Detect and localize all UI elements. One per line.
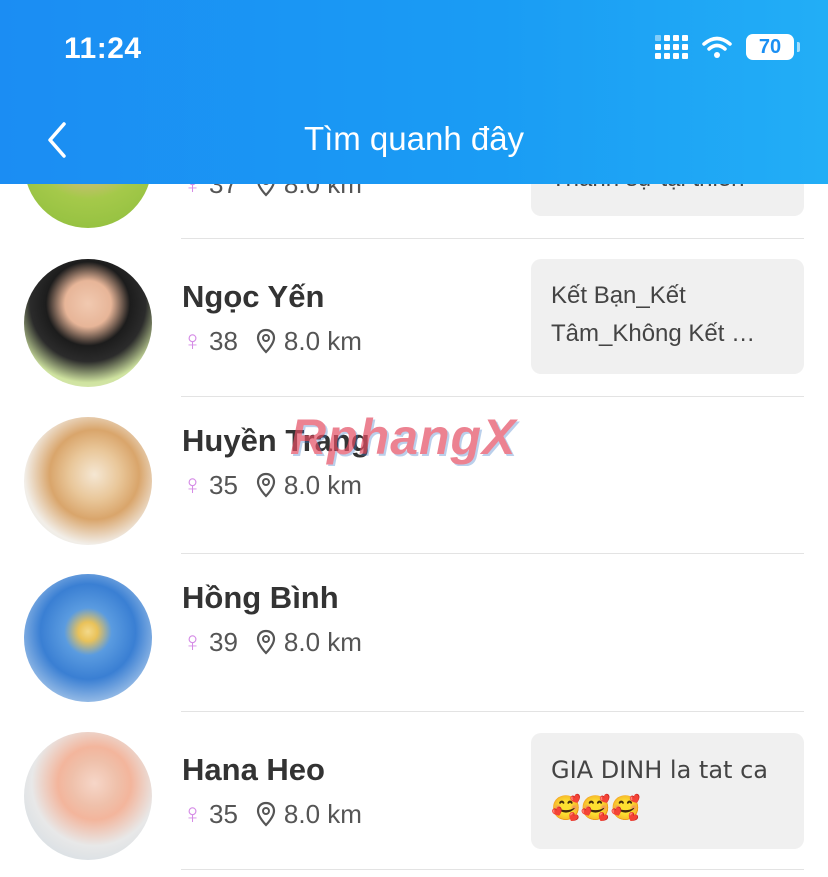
avatar [24, 259, 152, 387]
page-title: Tìm quanh đây [303, 120, 525, 157]
divider [181, 869, 804, 870]
cellular-signal-icon [655, 35, 688, 59]
wifi-icon [702, 36, 732, 58]
location-pin-icon [256, 801, 276, 827]
person-meta: ♀ 35 8.0 km [182, 469, 362, 501]
list-item[interactable]: Hồng Bình ♀ 39 8.0 km [0, 554, 828, 712]
status-bubble: GIA DINH la tat ca 🥰🥰🥰 [531, 733, 804, 849]
status-icons: 70 [655, 34, 800, 60]
person-age: 35 [209, 798, 238, 829]
watermark: RphangX [290, 409, 517, 465]
status-time: 11:24 [64, 32, 142, 65]
person-age: 35 [209, 469, 238, 500]
person-meta: ♀ 35 8.0 km [182, 798, 362, 830]
battery-icon: 70 [746, 34, 800, 60]
avatar [24, 574, 152, 702]
person-age: 38 [209, 325, 238, 356]
location-pin-icon [256, 629, 276, 655]
person-distance: 8.0 km [283, 469, 362, 500]
status-bubble: Kết Bạn_Kết Tâm_Không Kết … [531, 259, 804, 374]
person-age: 39 [209, 626, 238, 657]
location-pin-icon [256, 328, 276, 354]
person-name: Hana Heo [182, 752, 325, 787]
person-distance: 8.0 km [283, 626, 362, 657]
person-name: Hồng Bình [182, 580, 339, 615]
female-icon: ♀ [182, 626, 203, 657]
location-pin-icon [256, 472, 276, 498]
person-name: Ngọc Yến [182, 279, 325, 314]
person-distance: 8.0 km [283, 798, 362, 829]
list-item[interactable]: Hana Heo ♀ 35 8.0 km GIA DINH la tat ca … [0, 712, 828, 870]
avatar [24, 417, 152, 545]
person-distance: 8.0 km [283, 325, 362, 356]
avatar [24, 732, 152, 860]
person-meta: ♀ 38 8.0 km [182, 325, 362, 357]
person-meta: ♀ 39 8.0 km [182, 626, 362, 658]
app-header: 11:24 70 Tìm quanh đây [0, 0, 828, 184]
female-icon: ♀ [182, 469, 203, 500]
female-icon: ♀ [182, 798, 203, 829]
list-item[interactable]: Ngọc Yến ♀ 38 8.0 km Kết Bạn_Kết Tâm_Khô… [0, 239, 828, 397]
female-icon: ♀ [182, 325, 203, 356]
